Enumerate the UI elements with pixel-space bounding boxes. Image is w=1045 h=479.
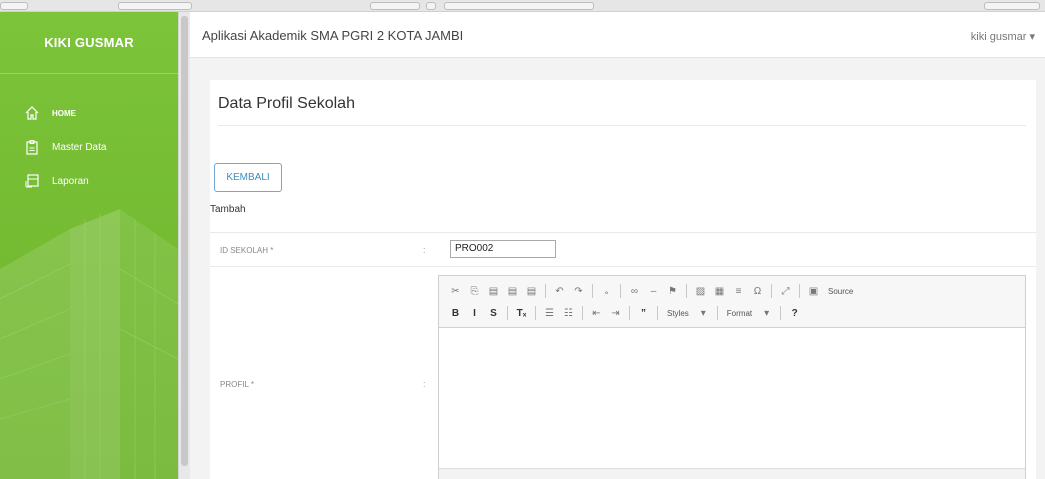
sidebar-item-label: Laporan [52,175,89,187]
id-sekolah-label: ID SEKOLAH * [220,246,274,255]
special-char-icon[interactable]: Ω [749,282,766,300]
spellcheck-icon[interactable]: ૰ [598,282,615,300]
editor-toolbar-row: B I S Tₓ ☰ ☷ ⇤ ⇥” Styles ▾ Format ▾? [447,302,1017,324]
colon-separator: : [423,379,426,389]
browser-control[interactable] [0,2,28,10]
toolbar-separator [799,284,800,298]
browser-control[interactable] [370,2,420,10]
editor-footer [439,468,1025,479]
toolbar-separator [771,284,772,298]
help-icon[interactable]: ? [786,304,803,322]
toolbar-separator [582,306,583,320]
copy-icon[interactable]: ⎘ [466,282,483,300]
form-row-profil: PROFIL * : ✂ ⎘ ▤ ▤ ▤ ↶ ↷ ૰ ∞ ‒ ⚑ ▨ ▦ ≡ Ω ⤢ ▣ Source B I S Tₓ… [210,266,1036,479]
indent-icon[interactable]: ⇥ [607,304,624,322]
divider [218,125,1026,126]
undo-icon[interactable]: ↶ [551,282,568,300]
redo-icon[interactable]: ↷ [570,282,587,300]
toolbar-separator [780,306,782,320]
user-menu[interactable]: kiki gusmar ▾ [971,30,1035,43]
colon-separator: : [423,245,426,255]
paste-text-icon[interactable]: ▤ [504,282,521,300]
toolbar-separator [716,306,718,320]
report-icon [25,174,39,188]
browser-control[interactable] [444,2,594,10]
source-icon[interactable]: ▣ [805,282,822,300]
app-title: Aplikasi Akademik SMA PGRI 2 KOTA JAMBI [202,28,464,43]
format-dropdown[interactable]: Format [723,309,756,318]
form-row-id-sekolah: ID SEKOLAH * : PRO002 [210,232,1036,266]
browser-top-strip [0,0,1045,12]
sidebar-item-master-data[interactable]: Master Data [0,130,178,164]
id-sekolah-input[interactable]: PRO002 [450,240,556,258]
profil-label: PROFIL * [220,380,254,389]
format-arrow[interactable]: ▾ [758,304,775,322]
toolbar-separator [507,306,508,320]
sidebar-item-label: Master Data [52,141,107,153]
back-button[interactable]: KEMBALI [214,163,282,192]
anchor-icon[interactable]: ⚑ [664,282,681,300]
browser-control[interactable] [984,2,1040,10]
rich-text-editor: ✂ ⎘ ▤ ▤ ▤ ↶ ↷ ૰ ∞ ‒ ⚑ ▨ ▦ ≡ Ω ⤢ ▣ Source B I S Tₓ ☰ ☷ ⇤ ⇥” Styles… [438,275,1026,479]
sidebar: KIKI GUSMAR HOME Master Data Laporan [0,12,178,479]
horizontal-line-icon[interactable]: ≡ [730,282,747,300]
sidebar-item-laporan[interactable]: Laporan [0,164,178,198]
toolbar-separator [620,284,621,298]
toolbar-separator [686,284,687,298]
editor-toolbar-row: ✂ ⎘ ▤ ▤ ▤ ↶ ↷ ૰ ∞ ‒ ⚑ ▨ ▦ ≡ Ω ⤢ ▣ Source [447,280,1017,302]
outdent-icon[interactable]: ⇤ [588,304,605,322]
browser-control[interactable] [426,2,436,10]
editor-toolbar: ✂ ⎘ ▤ ▤ ▤ ↶ ↷ ૰ ∞ ‒ ⚑ ▨ ▦ ≡ Ω ⤢ ▣ Source B I S Tₓ ☰ ☷ ⇤ ⇥” Styles… [439,276,1025,328]
scrollbar-thumb[interactable] [181,16,188,466]
strike-icon[interactable]: S [485,304,502,322]
home-icon [25,106,39,120]
sidebar-item-label: HOME [52,108,76,118]
toolbar-separator [629,306,630,320]
sidebar-scrollbar[interactable] [178,12,190,479]
sidebar-item-home[interactable]: HOME [0,96,178,130]
styles-arrow[interactable]: ▾ [695,304,712,322]
toolbar-separator [657,306,658,320]
page-title: Data Profil Sekolah [218,95,355,112]
image-icon[interactable]: ▨ [692,282,709,300]
editor-content-area[interactable] [439,328,1025,468]
cut-icon[interactable]: ✂ [447,282,464,300]
remove-format-icon[interactable]: Tₓ [513,304,530,322]
link-icon[interactable]: ∞ [626,282,643,300]
table-icon[interactable]: ▦ [711,282,728,300]
paste-word-icon[interactable]: ▤ [523,282,540,300]
toolbar-separator [545,284,546,298]
clipboard-icon [26,140,38,155]
blockquote-icon[interactable]: ” [635,304,652,322]
sidebar-brand: KIKI GUSMAR [0,12,178,74]
numbered-list-icon[interactable]: ☰ [541,304,558,322]
bold-icon[interactable]: B [447,304,464,322]
browser-control[interactable] [118,2,192,10]
unlink-icon[interactable]: ‒ [645,282,662,300]
italic-icon[interactable]: I [466,304,483,322]
toolbar-separator [592,284,593,298]
sidebar-nav: HOME Master Data Laporan [0,96,178,198]
form-subtitle: Tambah [210,204,246,215]
source-label[interactable]: Source [824,287,857,296]
paste-icon[interactable]: ▤ [485,282,502,300]
content-panel: Data Profil Sekolah KEMBALI Tambah ID SE… [210,80,1036,479]
toolbar-separator [535,306,536,320]
top-header: Aplikasi Akademik SMA PGRI 2 KOTA JAMBI … [190,12,1045,58]
bulleted-list-icon[interactable]: ☷ [560,304,577,322]
buildings-background-image [0,209,178,479]
styles-dropdown[interactable]: Styles [663,309,693,318]
maximize-icon[interactable]: ⤢ [777,282,794,300]
